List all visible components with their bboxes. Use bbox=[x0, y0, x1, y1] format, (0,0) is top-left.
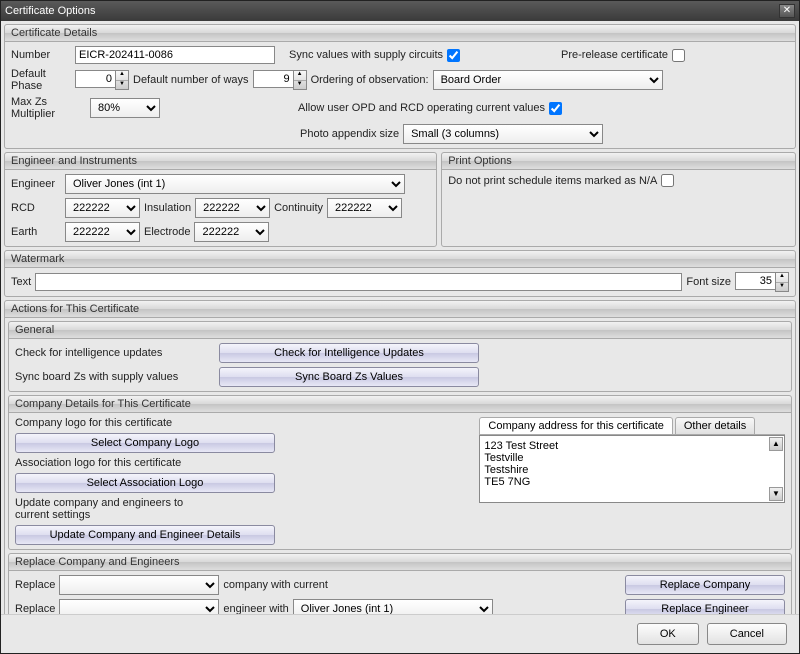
group-title: General bbox=[9, 322, 791, 339]
sync-board-label: Sync board Zs with supply values bbox=[15, 371, 215, 383]
replace-company-button[interactable]: Replace Company bbox=[625, 575, 785, 595]
photo-size-label: Photo appendix size bbox=[300, 128, 399, 140]
maxzs-select[interactable]: 80% bbox=[90, 98, 160, 118]
engineer-label: Engineer bbox=[11, 178, 61, 190]
insulation-select[interactable]: 222222 bbox=[195, 198, 270, 218]
footer: OK Cancel bbox=[1, 614, 799, 653]
group-title: Actions for This Certificate bbox=[5, 301, 795, 318]
spin-down-icon[interactable]: ▼ bbox=[294, 81, 306, 90]
replace-engineer-to-select[interactable]: Oliver Jones (int 1) bbox=[293, 599, 493, 614]
select-company-logo-button[interactable]: Select Company Logo bbox=[15, 433, 275, 453]
electrode-label: Electrode bbox=[144, 226, 190, 238]
content-area: Certificate Details Number Sync values w… bbox=[1, 21, 799, 614]
select-assoc-logo-button[interactable]: Select Association Logo bbox=[15, 473, 275, 493]
group-title: Replace Company and Engineers bbox=[9, 554, 791, 571]
default-phase-input[interactable] bbox=[75, 70, 115, 88]
watermark-text-label: Text bbox=[11, 276, 31, 288]
noprint-na-checkbox[interactable] bbox=[661, 174, 674, 187]
company-address-box[interactable]: 123 Test Street Testville Testshire TE5 … bbox=[479, 435, 785, 503]
tab-other-details[interactable]: Other details bbox=[675, 417, 755, 434]
address-line: Testville bbox=[484, 452, 780, 464]
replace-label: Replace bbox=[15, 603, 55, 614]
update-company-button[interactable]: Update Company and Engineer Details bbox=[15, 525, 275, 545]
spin-up-icon[interactable]: ▲ bbox=[294, 71, 306, 81]
fontsize-spinner[interactable]: ▲▼ bbox=[735, 272, 789, 292]
titlebar: Certificate Options ✕ bbox=[1, 1, 799, 21]
continuity-select[interactable]: 222222 bbox=[327, 198, 402, 218]
default-phase-label: Default Phase bbox=[11, 68, 71, 92]
address-line: 123 Test Street bbox=[484, 440, 780, 452]
group-replace: Replace Company and Engineers Replace co… bbox=[8, 553, 792, 614]
replace-company-select[interactable] bbox=[59, 575, 219, 595]
default-ways-spinner[interactable]: ▲▼ bbox=[253, 70, 307, 90]
update-company-label: Update company and engineers to current … bbox=[15, 497, 215, 521]
group-certificate-details: Certificate Details Number Sync values w… bbox=[4, 24, 796, 149]
spin-down-icon[interactable]: ▼ bbox=[776, 283, 788, 292]
group-print-options: Print Options Do not print schedule item… bbox=[441, 152, 796, 247]
scroll-up-icon[interactable]: ▲ bbox=[769, 437, 783, 451]
photo-size-select[interactable]: Small (3 columns) bbox=[403, 124, 603, 144]
spin-up-icon[interactable]: ▲ bbox=[776, 273, 788, 283]
close-icon[interactable]: ✕ bbox=[779, 4, 795, 18]
group-title: Engineer and Instruments bbox=[5, 153, 436, 170]
group-actions: Actions for This Certificate General Che… bbox=[4, 300, 796, 614]
earth-select[interactable]: 222222 bbox=[65, 222, 140, 242]
sync-values-label: Sync values with supply circuits bbox=[289, 49, 443, 61]
sync-values-checkbox[interactable] bbox=[447, 49, 460, 62]
cancel-button[interactable]: Cancel bbox=[707, 623, 787, 645]
ordering-select[interactable]: Board Order bbox=[433, 70, 663, 90]
replace-label: Replace bbox=[15, 579, 55, 591]
fontsize-input[interactable] bbox=[735, 272, 775, 290]
fontsize-label: Font size bbox=[686, 276, 731, 288]
maxzs-label: Max Zs Multiplier bbox=[11, 96, 86, 120]
rcd-select[interactable]: 222222 bbox=[65, 198, 140, 218]
group-title: Print Options bbox=[442, 153, 795, 170]
address-line: Testshire bbox=[484, 464, 780, 476]
number-label: Number bbox=[11, 49, 71, 61]
noprint-na-label: Do not print schedule items marked as N/… bbox=[448, 175, 657, 187]
group-title: Company Details for This Certificate bbox=[9, 396, 791, 413]
company-tabs: Company address for this certificate Oth… bbox=[479, 417, 785, 435]
prerelease-label: Pre-release certificate bbox=[561, 49, 668, 61]
window-title: Certificate Options bbox=[5, 5, 779, 17]
ok-button[interactable]: OK bbox=[637, 623, 699, 645]
assoc-logo-label: Association logo for this certificate bbox=[15, 457, 215, 469]
default-phase-spinner[interactable]: ▲▼ bbox=[75, 70, 129, 90]
electrode-select[interactable]: 222222 bbox=[194, 222, 269, 242]
group-company-details: Company Details for This Certificate Com… bbox=[8, 395, 792, 550]
ordering-label: Ordering of observation: bbox=[311, 74, 429, 86]
check-intel-label: Check for intelligence updates bbox=[15, 347, 215, 359]
company-logo-label: Company logo for this certificate bbox=[15, 417, 215, 429]
sync-board-button[interactable]: Sync Board Zs Values bbox=[219, 367, 479, 387]
company-with-label: company with current bbox=[223, 579, 328, 591]
address-line: TE5 7NG bbox=[484, 476, 780, 488]
group-general: General Check for intelligence updates C… bbox=[8, 321, 792, 392]
spin-down-icon[interactable]: ▼ bbox=[116, 81, 128, 90]
allow-opd-label: Allow user OPD and RCD operating current… bbox=[298, 102, 545, 114]
engineer-select[interactable]: Oliver Jones (int 1) bbox=[65, 174, 405, 194]
window: Certificate Options ✕ Certificate Detail… bbox=[0, 0, 800, 654]
watermark-text-input[interactable] bbox=[35, 273, 682, 291]
replace-engineer-from-select[interactable] bbox=[59, 599, 219, 614]
scroll-down-icon[interactable]: ▼ bbox=[769, 487, 783, 501]
group-title: Certificate Details bbox=[5, 25, 795, 42]
check-intel-button[interactable]: Check for Intelligence Updates bbox=[219, 343, 479, 363]
replace-engineer-button[interactable]: Replace Engineer bbox=[625, 599, 785, 614]
default-ways-label: Default number of ways bbox=[133, 74, 249, 86]
earth-label: Earth bbox=[11, 226, 61, 238]
prerelease-checkbox[interactable] bbox=[672, 49, 685, 62]
number-input[interactable] bbox=[75, 46, 275, 64]
spin-up-icon[interactable]: ▲ bbox=[116, 71, 128, 81]
group-title: Watermark bbox=[5, 251, 795, 268]
tab-company-address[interactable]: Company address for this certificate bbox=[479, 417, 672, 434]
group-watermark: Watermark Text Font size ▲▼ bbox=[4, 250, 796, 297]
default-ways-input[interactable] bbox=[253, 70, 293, 88]
allow-opd-checkbox[interactable] bbox=[549, 102, 562, 115]
continuity-label: Continuity bbox=[274, 202, 323, 214]
group-engineer-instruments: Engineer and Instruments Engineer Oliver… bbox=[4, 152, 437, 247]
insulation-label: Insulation bbox=[144, 202, 191, 214]
rcd-label: RCD bbox=[11, 202, 61, 214]
engineer-with-label: engineer with bbox=[223, 603, 288, 614]
